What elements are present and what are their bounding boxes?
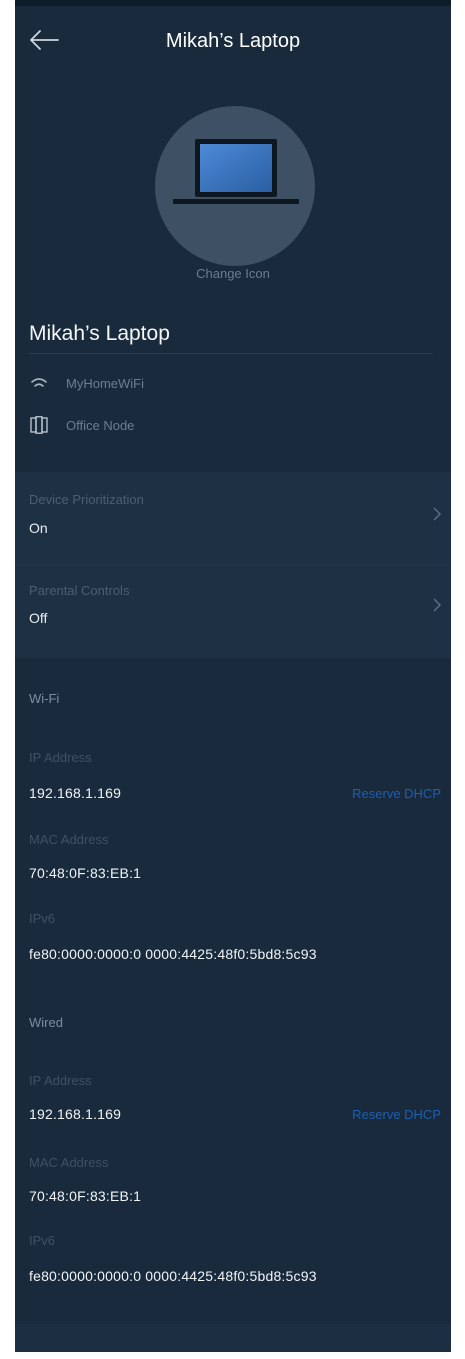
page-title: Mikah’s Laptop	[165, 30, 301, 52]
laptop-icon	[173, 136, 299, 216]
wifi-section-heading: Wi-Fi	[29, 691, 60, 706]
reserve-dhcp-link[interactable]: Reserve DHCP	[352, 1107, 441, 1122]
network-row: MyHomeWiFi	[29, 372, 144, 394]
mac-address-value: 70:48:0F:83:EB:1	[29, 865, 142, 881]
ipv6-value: fe80:0000:0000:0 0000:4425:48f0:5bd8:5c9…	[29, 1268, 317, 1284]
divider	[15, 565, 451, 566]
network-name: MyHomeWiFi	[66, 375, 144, 391]
mac-address-label: MAC Address	[29, 832, 109, 847]
chevron-right-icon	[432, 597, 442, 613]
divider	[29, 353, 433, 354]
ip-address-value: 192.168.1.169	[29, 1106, 122, 1122]
ip-address-value: 192.168.1.169	[29, 785, 122, 801]
setting-label: Device Prioritization	[29, 492, 144, 507]
setting-value: Off	[29, 610, 48, 626]
setting-label: Parental Controls	[29, 583, 130, 598]
mac-address-value: 70:48:0F:83:EB:1	[29, 1188, 142, 1204]
ipv6-value: fe80:0000:0000:0 0000:4425:48f0:5bd8:5c9…	[29, 946, 317, 962]
change-icon-link[interactable]: Change Icon	[15, 266, 451, 281]
status-bar	[15, 0, 451, 6]
ipv6-label: IPv6	[29, 911, 56, 926]
device-details-screen: Mikah’s Laptop Change Icon Mikah’s Lapto…	[15, 0, 451, 1352]
reserve-dhcp-link[interactable]: Reserve DHCP	[352, 786, 441, 801]
ip-address-label: IP Address	[29, 1073, 92, 1088]
mac-address-label: MAC Address	[29, 1155, 109, 1170]
setting-value: On	[29, 520, 48, 536]
node-row: Office Node	[29, 414, 134, 436]
device-name[interactable]: Mikah’s Laptop	[29, 322, 170, 346]
ipv6-label: IPv6	[29, 1233, 56, 1248]
chevron-right-icon	[432, 506, 442, 522]
node-name: Office Node	[66, 417, 135, 433]
wired-section-heading: Wired	[29, 1015, 63, 1030]
footer-bar	[15, 1324, 451, 1352]
wifi-icon	[29, 374, 49, 392]
device-icon-button[interactable]	[155, 106, 315, 266]
node-icon	[29, 416, 49, 434]
ip-address-label: IP Address	[29, 750, 92, 765]
